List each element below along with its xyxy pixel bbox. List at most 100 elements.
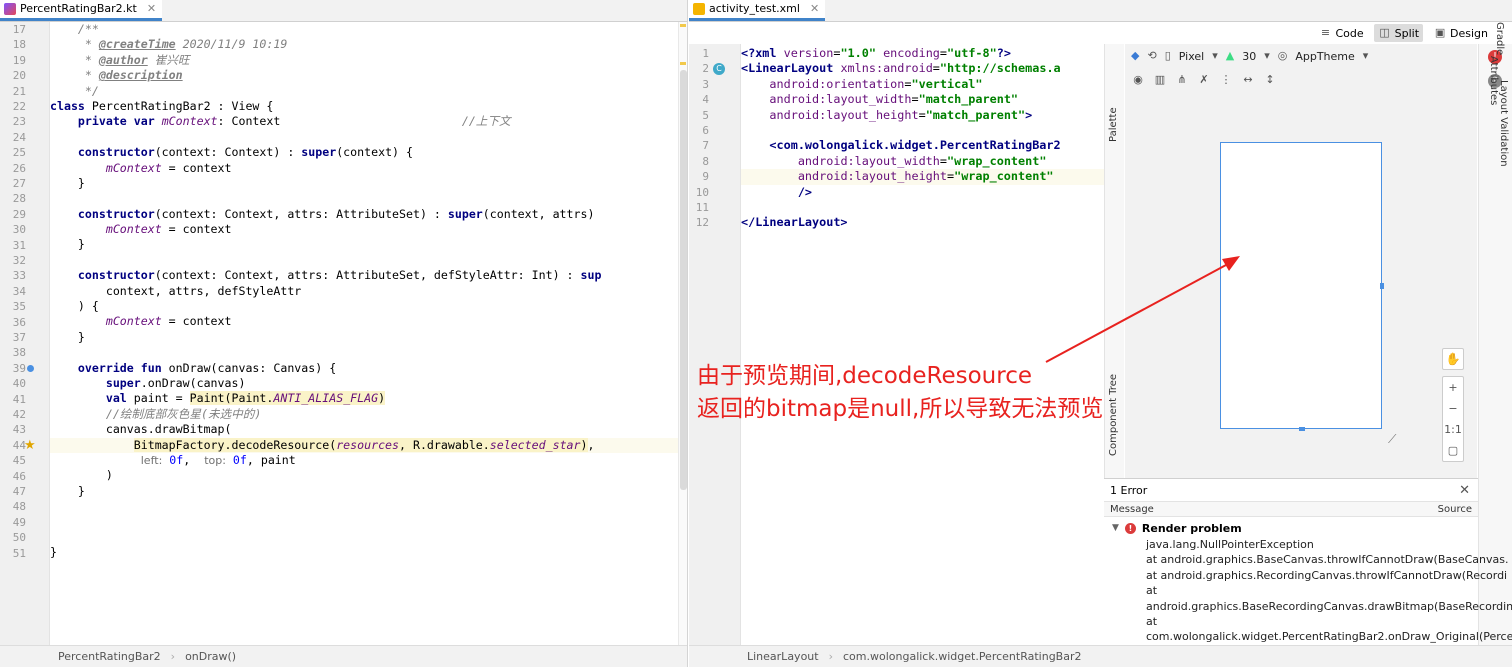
code-line[interactable]: } (50, 237, 678, 252)
code-line[interactable]: constructor(context: Context, attrs: Att… (50, 268, 678, 283)
expand-triangle-icon[interactable]: ▼ (1112, 523, 1119, 533)
resize-handle[interactable] (1380, 283, 1384, 289)
code-line[interactable]: } (50, 545, 678, 560)
gradle-label[interactable]: Gradle (1494, 22, 1505, 55)
code-line[interactable] (50, 253, 678, 268)
tab-activity-test-xml[interactable]: activity_test.xml ✕ (689, 0, 826, 21)
code-line[interactable]: constructor(context: Context, attrs: Att… (50, 207, 678, 222)
rotate-icon[interactable]: ⟲ (1147, 49, 1156, 63)
code-line[interactable]: } (50, 330, 678, 345)
xml-code-line[interactable]: android:layout_width="wrap_content" (741, 154, 1104, 169)
bookmark-star-icon[interactable]: ★ (24, 438, 36, 453)
code-line[interactable]: context, attrs, defStyleAttr (50, 284, 678, 299)
code-line[interactable]: ) { (50, 299, 678, 314)
code-line[interactable]: BitmapFactory.decodeResource(resources, … (50, 437, 678, 453)
zoom-reset-button[interactable]: 1:1 (1444, 423, 1462, 436)
code-line[interactable]: left: 0f, top: 0f, paint (50, 453, 678, 468)
zoom-out-icon[interactable]: − (1448, 402, 1457, 415)
theme-select[interactable]: AppTheme (1295, 50, 1354, 63)
code-line[interactable]: mContext = context (50, 222, 678, 237)
class-icon[interactable]: C (713, 63, 725, 76)
code-line[interactable] (50, 499, 678, 514)
breadcrumb-method[interactable]: onDraw() (185, 650, 236, 663)
resize-handle[interactable] (1299, 427, 1305, 431)
code-line[interactable]: * @description (50, 68, 678, 83)
close-panel-icon[interactable]: ✕ (1459, 483, 1470, 498)
xml-code-line[interactable]: android:layout_height="match_parent"> (741, 108, 1104, 123)
xml-code-line[interactable]: android:layout_height="wrap_content" (741, 169, 1104, 185)
design-preview[interactable]: ◆ ⟲ ▯ Pixel▾ ▲ 30▾ ◎ AppTheme▾ » ◉ ▥ ⋔ ✗… (1125, 44, 1503, 478)
code-line[interactable] (50, 515, 678, 530)
code-mode-button[interactable]: ≡ Code (1314, 24, 1367, 42)
tab-percentratingbar2-kt[interactable]: PercentRatingBar2.kt ✕ (0, 0, 163, 21)
layers-icon[interactable]: ◆ (1131, 49, 1139, 63)
device-select[interactable]: Pixel (1179, 50, 1204, 63)
code-line[interactable]: ) (50, 468, 678, 483)
pan-hand-button[interactable]: ✋ (1442, 348, 1464, 370)
clear-constraints-icon[interactable]: ✗ (1197, 73, 1211, 87)
source-column-header[interactable]: Source (1438, 502, 1472, 516)
xml-code-line[interactable]: <LinearLayout xmlns:android="http://sche… (741, 61, 1104, 76)
xml-code-line[interactable]: <?xml version="1.0" encoding="utf-8"?> (741, 46, 1104, 61)
code-line[interactable]: //绘制底部灰色星(未选中的) (50, 407, 678, 422)
design-mode-button[interactable]: ▣ Design (1429, 24, 1492, 42)
code-line[interactable]: /** (50, 22, 678, 37)
split-mode-button[interactable]: ◫ Split (1373, 24, 1424, 42)
xml-code-line[interactable]: android:orientation="vertical" (741, 77, 1104, 92)
code-line[interactable]: */ (50, 84, 678, 99)
component-tree-label[interactable]: Component Tree (1108, 374, 1119, 456)
code-line[interactable] (50, 345, 678, 360)
warning-marker[interactable] (680, 24, 686, 27)
code-line[interactable]: mContext = context (50, 161, 678, 176)
warning-marker[interactable] (680, 62, 686, 65)
code-line[interactable]: class PercentRatingBar2 : View { (50, 99, 678, 114)
breadcrumb-class[interactable]: PercentRatingBar2 (58, 650, 161, 663)
code-line[interactable]: * @createTime 2020/11/9 10:19 (50, 37, 678, 52)
api-select[interactable]: 30 (1242, 50, 1256, 63)
breadcrumb-linearlayout[interactable]: LinearLayout (747, 650, 819, 663)
xml-code-editor[interactable]: <?xml version="1.0" encoding="utf-8"?> <L… (741, 44, 1104, 645)
code-line[interactable]: val paint = Paint(Paint.ANTI_ALIAS_FLAG) (50, 391, 678, 406)
message-column-header[interactable]: Message (1110, 502, 1154, 516)
code-line[interactable]: canvas.drawBitmap( (50, 422, 678, 437)
expand-horizontal-icon[interactable]: ↔ (1241, 73, 1255, 87)
expand-vertical-icon[interactable]: ↕ (1263, 73, 1277, 87)
line-number: 28 (12, 192, 26, 206)
code-line[interactable]: } (50, 484, 678, 499)
override-icon[interactable] (27, 364, 34, 372)
code-line[interactable]: override fun onDraw(canvas: Canvas) { (50, 361, 678, 376)
palette-label[interactable]: Palette (1108, 107, 1119, 142)
code-line[interactable]: private var mContext: Context //上下文 (50, 114, 678, 129)
editor-scrollbar[interactable] (678, 22, 687, 645)
blueprint-icon[interactable]: ▥ (1153, 73, 1167, 87)
device-preview-frame[interactable] (1220, 142, 1384, 431)
code-line[interactable] (50, 191, 678, 206)
phone-icon[interactable]: ▯ (1165, 49, 1171, 63)
code-line[interactable]: super.onDraw(canvas) (50, 376, 678, 391)
code-line[interactable]: * @author 崔兴旺 (50, 53, 678, 68)
render-problem-row[interactable]: ▼ ! Render problem (1104, 519, 1478, 537)
code-editor[interactable]: /** * @createTime 2020/11/9 10:19 * @aut… (50, 22, 678, 645)
xml-code-line[interactable] (741, 123, 1104, 138)
code-line[interactable]: mContext = context (50, 314, 678, 329)
code-line[interactable] (50, 130, 678, 145)
magnet-icon[interactable]: ⋔ (1175, 73, 1189, 87)
close-icon[interactable]: ✕ (810, 2, 819, 15)
close-icon[interactable]: ✕ (147, 2, 156, 15)
zoom-fit-icon[interactable]: ▢ (1448, 444, 1458, 457)
zoom-in-icon[interactable]: + (1448, 381, 1457, 394)
layout-validation-label[interactable]: Layout Validation (1498, 80, 1509, 167)
xml-code-line[interactable]: /> (741, 185, 1104, 200)
scroll-thumb[interactable] (680, 70, 687, 490)
breadcrumb-widget[interactable]: com.wolongalick.widget.PercentRatingBar2 (843, 650, 1081, 663)
code-line[interactable]: constructor(context: Context) : super(co… (50, 145, 678, 160)
eye-icon[interactable]: ◉ (1131, 73, 1145, 87)
xml-code-line[interactable]: </LinearLayout> (741, 215, 1104, 230)
guidelines-icon[interactable]: ⋮ (1219, 73, 1233, 87)
xml-code-line[interactable]: <com.wolongalick.widget.PercentRatingBar… (741, 138, 1104, 153)
xml-code-line[interactable] (741, 200, 1104, 215)
xml-code-line[interactable]: android:layout_width="match_parent" (741, 92, 1104, 107)
code-line[interactable] (50, 530, 678, 545)
code-line[interactable]: } (50, 176, 678, 191)
resize-corner-icon[interactable]: ⟋ (1388, 432, 1396, 447)
